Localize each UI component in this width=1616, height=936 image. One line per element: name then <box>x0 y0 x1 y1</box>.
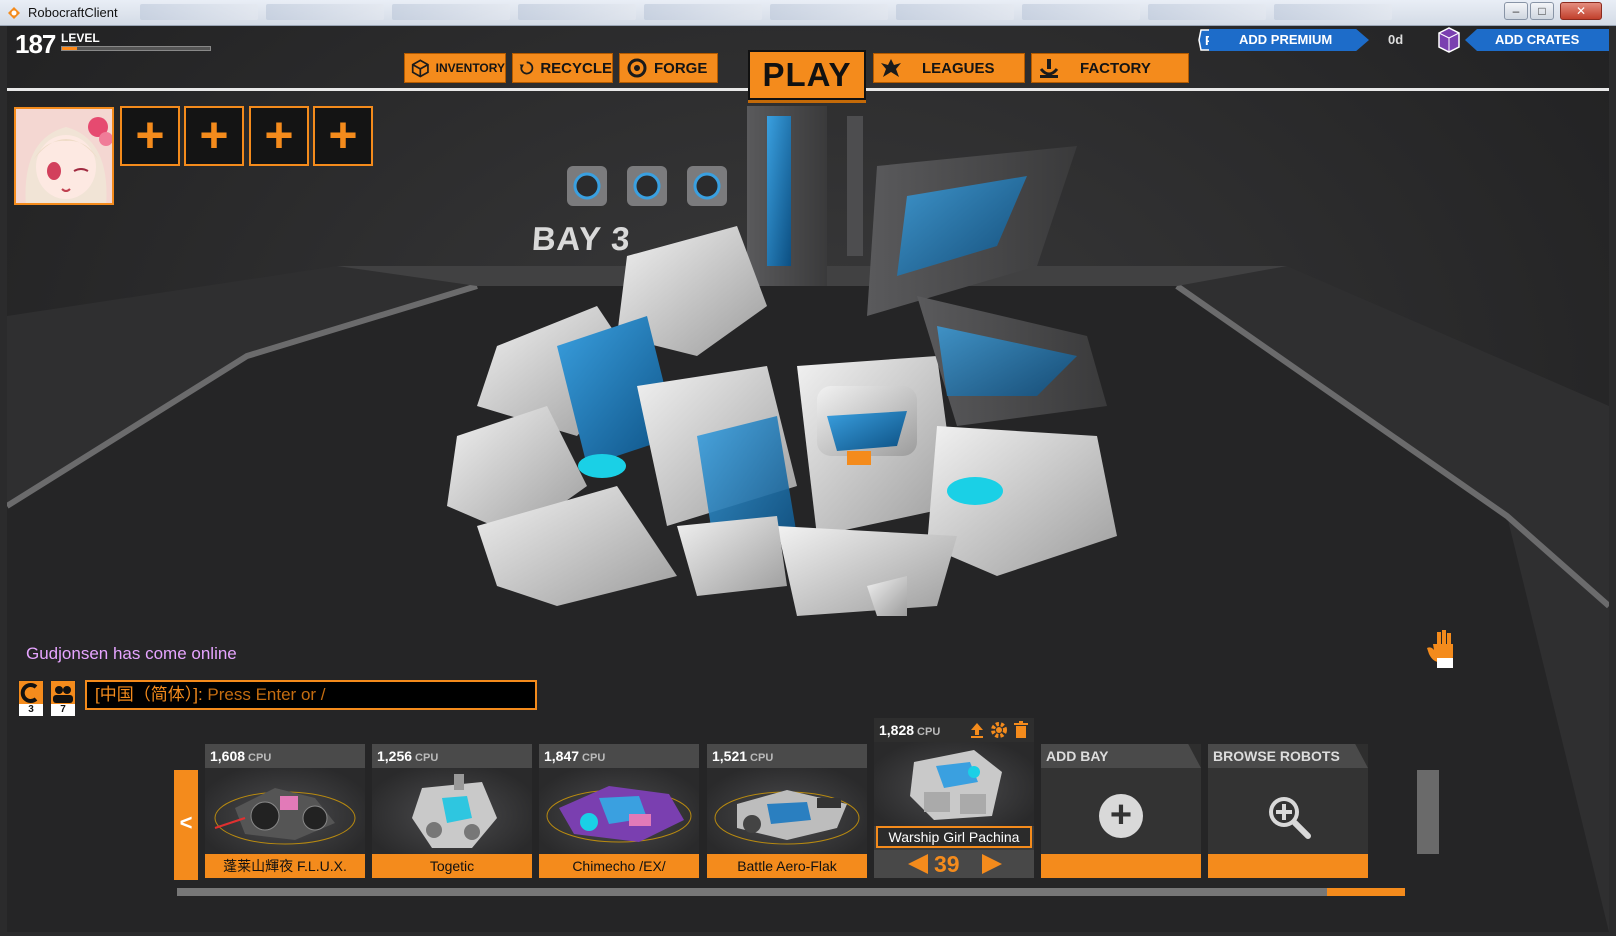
recycle-button[interactable]: RECYCLE <box>512 53 613 83</box>
chat-input[interactable]: [中国（简体）]: Press Enter or / <box>85 680 537 710</box>
bay-robot-name: Battle Aero-Flak <box>707 854 867 878</box>
level-progress-bar <box>61 46 211 51</box>
bay-card-3[interactable]: 1,847 CPU Chimecho /EX/ <box>539 744 699 878</box>
premium-days-remaining: 0d <box>1388 32 1404 47</box>
factory-label: FACTORY <box>1080 59 1151 77</box>
browse-robots-footer <box>1208 854 1368 878</box>
forge-label: FORGE <box>654 59 708 77</box>
robot-model[interactable] <box>437 106 1137 626</box>
bay-thumbnail <box>539 768 699 854</box>
avatar-portrait-icon <box>16 109 112 203</box>
bay-cpu: 1,847 CPU <box>539 744 699 768</box>
maximize-button[interactable]: □ <box>1530 2 1554 20</box>
factory-button[interactable]: FACTORY <box>1031 53 1189 83</box>
inventory-icon <box>411 59 429 78</box>
chat-message: Gudjonsen has come online <box>26 644 237 663</box>
minimize-button[interactable]: – <box>1504 2 1528 20</box>
game-window: RobocraftClient – □ ✕ BAY 3 187 LEVEL AD… <box>0 0 1616 936</box>
selected-robot-name: Warship Girl Pachina <box>876 826 1032 848</box>
bay-card-selected[interactable]: 1,828 CPU Warship Girl Pachina 39 <box>874 718 1034 878</box>
browse-robots-area <box>1208 768 1368 854</box>
leagues-icon <box>881 59 901 77</box>
bays-scrollbar-thumb[interactable] <box>1327 888 1405 896</box>
bay-card-1[interactable]: 1,608 CPU 蓬莱山輝夜 F.L.U.X. <box>205 744 365 878</box>
leagues-label: LEAGUES <box>922 59 995 77</box>
bay-pager: 39 <box>874 850 1034 878</box>
magnifier-plus-icon <box>1269 797 1311 839</box>
recycle-label: RECYCLE <box>540 59 612 77</box>
chat-placeholder: Press Enter or / <box>207 685 326 704</box>
game-viewport: BAY 3 187 LEVEL ADD PREMIUM 0d ADD CRATE… <box>7 26 1609 932</box>
bay-page-number: 39 <box>934 851 960 877</box>
player-avatar[interactable] <box>14 107 114 205</box>
trash-icon[interactable] <box>1012 721 1030 739</box>
hand-cursor-icon <box>1427 630 1453 668</box>
bay-cpu: 1,256 CPU <box>372 744 532 768</box>
browse-robots-label: BROWSE ROBOTS <box>1208 744 1368 768</box>
close-button[interactable]: ✕ <box>1560 2 1602 20</box>
clan-online-count: 3 <box>19 704 43 716</box>
bays-prev-button[interactable]: < <box>174 770 198 880</box>
clan-icon <box>20 683 38 703</box>
friends-chat-button[interactable] <box>50 680 76 706</box>
party-slot-3[interactable]: + <box>249 106 309 166</box>
add-bay-card[interactable]: ADD BAY + <box>1041 744 1201 878</box>
crate-icon <box>1438 27 1460 53</box>
recycle-icon <box>519 61 534 75</box>
friends-icon <box>53 686 73 703</box>
player-level-label: LEVEL <box>61 31 100 45</box>
player-level-number: 187 <box>15 29 56 59</box>
window-title: RobocraftClient <box>28 5 118 20</box>
add-bay-footer <box>1041 854 1201 878</box>
party-slot-1[interactable]: + <box>120 106 180 166</box>
bay-thumbnail <box>205 768 365 854</box>
factory-icon <box>1039 59 1059 78</box>
clan-chat-button[interactable] <box>18 680 44 706</box>
inventory-button[interactable]: INVENTORY <box>404 53 506 83</box>
bays-scrollbar[interactable] <box>177 888 1405 896</box>
friends-online-count: 7 <box>51 704 75 716</box>
bay-tools <box>968 721 1030 739</box>
upload-icon[interactable] <box>968 721 986 739</box>
bay-page-prev-button[interactable] <box>908 854 928 874</box>
bay-thumbnail <box>874 742 1034 826</box>
bay-robot-name: Chimecho /EX/ <box>539 854 699 878</box>
bay-cpu: 1,521 CPU <box>707 744 867 768</box>
bay-card-2[interactable]: 1,256 CPU Togetic <box>372 744 532 878</box>
window-titlebar: RobocraftClient – □ ✕ <box>0 0 1616 26</box>
bays-next-button[interactable] <box>1417 770 1439 854</box>
add-crates-label: ADD CRATES <box>1465 29 1609 51</box>
bay-thumbnail <box>707 768 867 854</box>
bay-card-4[interactable]: 1,521 CPU Battle Aero-Flak <box>707 744 867 878</box>
add-premium-label: ADD PREMIUM <box>1209 29 1369 51</box>
add-bay-area: + <box>1041 768 1201 854</box>
bay-cpu: 1,608 CPU <box>205 744 365 768</box>
gear-icon[interactable] <box>990 721 1008 739</box>
chat-channel: [中国（简体）]: <box>95 685 203 704</box>
forge-button[interactable]: FORGE <box>619 53 718 83</box>
plus-icon: + <box>1099 794 1143 838</box>
add-bay-label: ADD BAY <box>1041 744 1201 768</box>
party-slot-4[interactable]: + <box>313 106 373 166</box>
robocraft-app-icon <box>8 7 20 19</box>
bay-page-next-button[interactable] <box>982 854 1002 874</box>
browse-robots-card[interactable]: BROWSE ROBOTS <box>1208 744 1368 878</box>
forge-icon <box>627 58 647 78</box>
bay-thumbnail <box>372 768 532 854</box>
party-slot-2[interactable]: + <box>184 106 244 166</box>
taskbar-strip <box>140 4 1440 22</box>
inventory-label: INVENTORY <box>435 61 505 75</box>
bay-robot-name: 蓬莱山輝夜 F.L.U.X. <box>205 854 365 878</box>
leagues-button[interactable]: LEAGUES <box>873 53 1025 83</box>
play-button[interactable]: PLAY <box>748 50 866 100</box>
bay-robot-name: Togetic <box>372 854 532 878</box>
